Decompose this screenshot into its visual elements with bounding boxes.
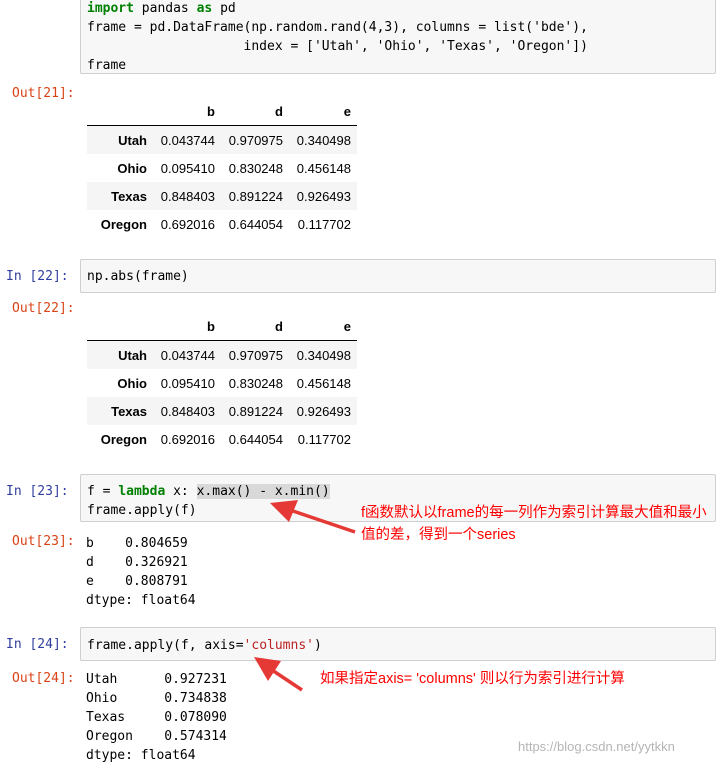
- watermark: https://blog.csdn.net/yytkkn: [518, 739, 675, 754]
- arrow-1: [270, 500, 356, 534]
- arrow-2: [254, 657, 303, 692]
- arrow-icon: [254, 500, 356, 692]
